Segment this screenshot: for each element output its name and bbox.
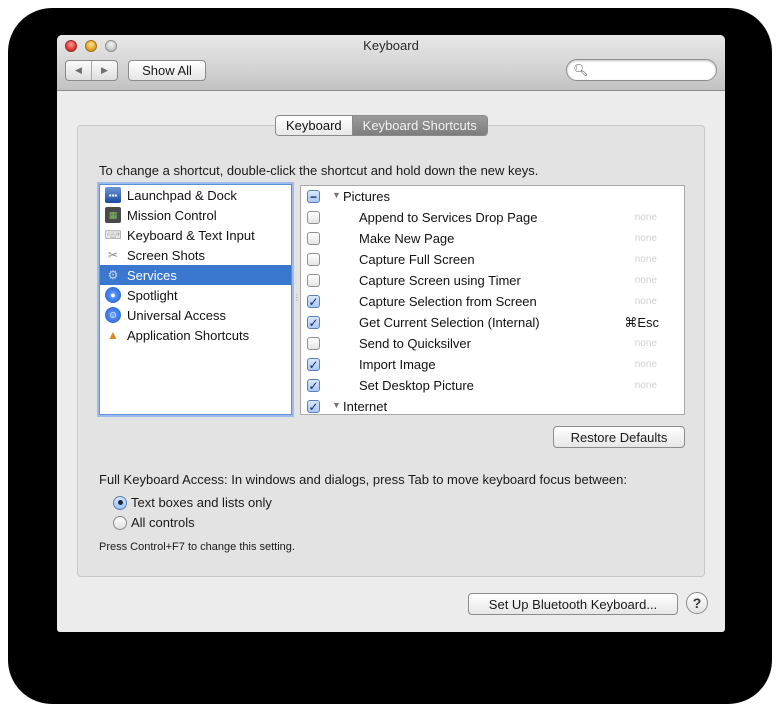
category-item-spotlight[interactable]: ● Spotlight bbox=[100, 285, 291, 305]
shortcut-row[interactable]: ✓ Import Image none bbox=[301, 354, 684, 375]
category-item-screen-shots[interactable]: ✂ Screen Shots bbox=[100, 245, 291, 265]
search-icon: 🔍︎ bbox=[573, 63, 589, 77]
shortcut-row[interactable]: ✓ Capture Selection from Screen none bbox=[301, 291, 684, 312]
shortcut-key[interactable]: none bbox=[635, 233, 657, 244]
group-row-internet[interactable]: ✓ ▼ Internet bbox=[301, 396, 684, 414]
category-label: Services bbox=[127, 267, 177, 283]
shortcut-label: Append to Services Drop Page bbox=[359, 210, 538, 225]
category-item-services[interactable]: ⚙ Services bbox=[100, 265, 291, 285]
launchpad-icon: ▪▪▪ bbox=[105, 187, 121, 203]
category-item-launchpad-dock[interactable]: ▪▪▪ Launchpad & Dock bbox=[100, 185, 291, 205]
shortcut-row[interactable]: Append to Services Drop Page none bbox=[301, 207, 684, 228]
group-label: Pictures bbox=[343, 189, 390, 204]
shortcut-label: Make New Page bbox=[359, 231, 455, 246]
category-list[interactable]: ▪▪▪ Launchpad & Dock ▦ Mission Control ⌨… bbox=[99, 184, 292, 415]
screenshot-icon: ✂ bbox=[107, 248, 119, 262]
radio-all-controls[interactable]: All controls bbox=[113, 515, 195, 530]
help-icon: ? bbox=[692, 595, 702, 611]
forward-arrow-icon: ▶ bbox=[101, 65, 108, 75]
group-row-pictures[interactable]: − ▼ Pictures bbox=[301, 186, 684, 207]
preferences-window: Keyboard ◀ ▶ Show All 🔍︎ Keyboard Keyboa… bbox=[57, 35, 725, 632]
radio-text-boxes-lists[interactable]: Text boxes and lists only bbox=[113, 495, 272, 510]
universal-access-icon: ☺ bbox=[105, 307, 121, 323]
shortcut-key[interactable]: none bbox=[635, 275, 657, 286]
category-item-universal-access[interactable]: ☺ Universal Access bbox=[100, 305, 291, 325]
category-label: Screen Shots bbox=[127, 247, 206, 263]
shortcut-row[interactable]: ✓ Get Current Selection (Internal) ⌘Esc bbox=[301, 312, 684, 333]
category-label: Launchpad & Dock bbox=[127, 187, 237, 203]
shortcut-label: Set Desktop Picture bbox=[359, 378, 474, 393]
shortcut-label: Send to Quicksilver bbox=[359, 336, 471, 351]
shortcut-label: Capture Selection from Screen bbox=[359, 294, 537, 309]
back-arrow-icon: ◀ bbox=[75, 65, 82, 75]
show-all-button[interactable]: Show All bbox=[128, 60, 206, 81]
shortcut-checkbox[interactable] bbox=[307, 211, 320, 224]
shortcut-row[interactable]: Send to Quicksilver none bbox=[301, 333, 684, 354]
category-label: Application Shortcuts bbox=[127, 327, 250, 343]
help-button[interactable]: ? bbox=[686, 592, 708, 614]
shortcut-row[interactable]: ✓ Set Desktop Picture none bbox=[301, 375, 684, 396]
group-checkbox[interactable]: ✓ bbox=[307, 400, 320, 413]
shortcut-label: Capture Screen using Timer bbox=[359, 273, 521, 288]
category-label: Universal Access bbox=[127, 307, 226, 323]
full-keyboard-access-label: Full Keyboard Access: In windows and dia… bbox=[99, 472, 627, 487]
search-field[interactable]: 🔍︎ bbox=[566, 59, 717, 81]
shortcut-checkbox[interactable] bbox=[307, 337, 320, 350]
shortcut-key[interactable]: none bbox=[635, 212, 657, 223]
back-forward-control: ◀ ▶ bbox=[65, 60, 118, 81]
category-label: Spotlight bbox=[127, 287, 178, 303]
tab-keyboard[interactable]: Keyboard bbox=[276, 116, 353, 135]
shortcut-checkbox[interactable] bbox=[307, 253, 320, 266]
shortcut-key[interactable]: ⌘Esc bbox=[624, 315, 659, 331]
radio-label: All controls bbox=[131, 515, 195, 530]
shortcut-checkbox[interactable]: ✓ bbox=[307, 358, 320, 371]
category-item-mission-control[interactable]: ▦ Mission Control bbox=[100, 205, 291, 225]
shortcut-label: Import Image bbox=[359, 357, 436, 372]
shortcut-checkbox[interactable] bbox=[307, 232, 320, 245]
shortcut-key[interactable]: none bbox=[635, 296, 657, 307]
instruction-text: To change a shortcut, double-click the s… bbox=[99, 163, 539, 178]
back-button[interactable]: ◀ bbox=[66, 61, 92, 80]
mission-control-icon: ▦ bbox=[105, 207, 121, 223]
tab-bar: Keyboard Keyboard Shortcuts bbox=[275, 115, 488, 136]
forward-button[interactable]: ▶ bbox=[92, 61, 117, 80]
shortcut-row[interactable]: Capture Full Screen none bbox=[301, 249, 684, 270]
titlebar: Keyboard ◀ ▶ Show All 🔍︎ bbox=[57, 35, 725, 91]
shortcut-key[interactable]: none bbox=[635, 338, 657, 349]
category-label: Mission Control bbox=[127, 207, 217, 223]
radio-button[interactable] bbox=[113, 515, 127, 530]
shortcut-checkbox[interactable]: ✓ bbox=[307, 295, 320, 308]
window-title: Keyboard bbox=[363, 38, 419, 53]
app-shortcuts-icon: ▲ bbox=[107, 328, 119, 342]
shortcut-checkbox[interactable]: ✓ bbox=[307, 316, 320, 329]
restore-defaults-button[interactable]: Restore Defaults bbox=[553, 426, 685, 448]
group-checkbox-mixed[interactable]: − bbox=[307, 190, 320, 203]
shortcut-label: Capture Full Screen bbox=[359, 252, 475, 267]
radio-button-selected[interactable] bbox=[113, 495, 127, 510]
group-label: Internet bbox=[343, 399, 388, 414]
shortcut-row[interactable]: Make New Page none bbox=[301, 228, 684, 249]
gear-icon: ⚙ bbox=[107, 268, 119, 282]
shortcut-row[interactable]: Capture Screen using Timer none bbox=[301, 270, 684, 291]
tab-keyboard-shortcuts[interactable]: Keyboard Shortcuts bbox=[352, 116, 487, 135]
category-label: Keyboard & Text Input bbox=[127, 227, 255, 243]
disclosure-triangle-icon[interactable]: ▼ bbox=[332, 190, 341, 200]
hint-text: Press Control+F7 to change this setting. bbox=[99, 541, 295, 553]
category-item-keyboard-text-input[interactable]: ⌨ Keyboard & Text Input bbox=[100, 225, 291, 245]
keyboard-icon: ⌨ bbox=[104, 228, 122, 242]
shortcut-key[interactable]: none bbox=[635, 359, 657, 370]
shortcut-checkbox[interactable]: ✓ bbox=[307, 379, 320, 392]
category-item-application-shortcuts[interactable]: ▲ Application Shortcuts bbox=[100, 325, 291, 345]
disclosure-triangle-icon[interactable]: ▼ bbox=[332, 400, 341, 410]
shortcut-checkbox[interactable] bbox=[307, 274, 320, 287]
spotlight-icon: ● bbox=[105, 287, 121, 303]
shortcut-key[interactable]: none bbox=[635, 380, 657, 391]
shortcut-label: Get Current Selection (Internal) bbox=[359, 315, 540, 330]
shortcut-list[interactable]: − ▼ Pictures Append to Services Drop Pag… bbox=[300, 185, 685, 415]
radio-label: Text boxes and lists only bbox=[131, 495, 272, 510]
setup-bluetooth-keyboard-button[interactable]: Set Up Bluetooth Keyboard... bbox=[468, 593, 678, 615]
shortcut-key[interactable]: none bbox=[635, 254, 657, 265]
